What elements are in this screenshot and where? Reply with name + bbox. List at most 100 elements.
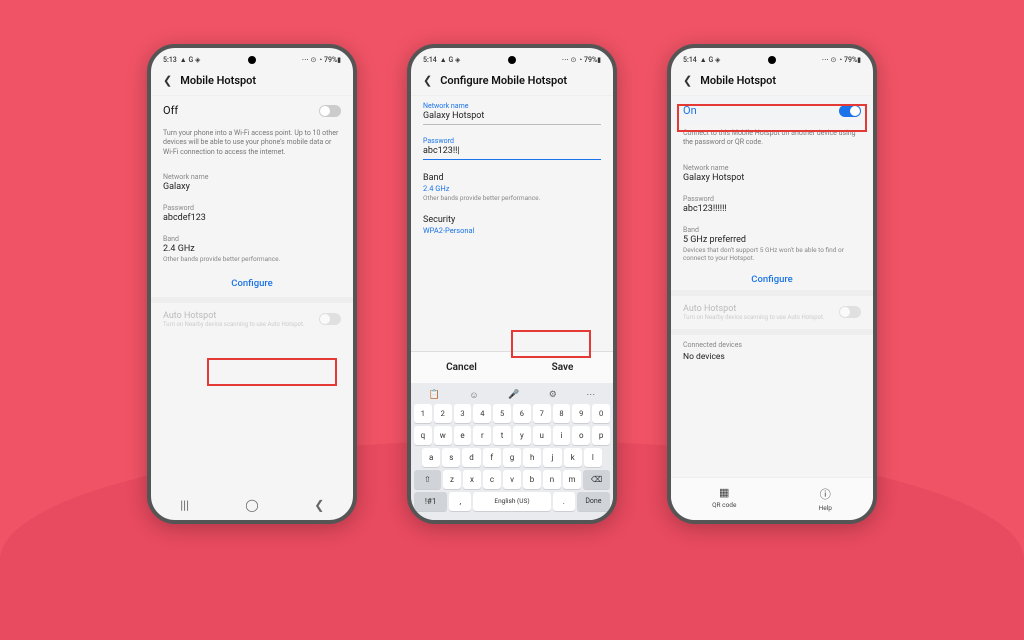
network-name-value: Galaxy — [163, 182, 341, 192]
key-e[interactable]: e — [454, 426, 472, 445]
key-5[interactable]: 5 — [493, 404, 511, 423]
back-icon[interactable]: ❮ — [683, 74, 692, 87]
password-field[interactable]: Password abc123!!| — [411, 131, 613, 166]
qr-code-label: QR code — [712, 501, 736, 509]
key-d[interactable]: d — [462, 448, 480, 467]
key-p[interactable]: p — [592, 426, 610, 445]
key-v[interactable]: v — [503, 470, 521, 489]
emoji-icon[interactable]: ☺ — [469, 390, 478, 401]
key-4[interactable]: 4 — [473, 404, 491, 423]
key-dot[interactable]: . — [553, 492, 575, 511]
save-button[interactable]: Save — [512, 352, 613, 383]
recents-icon[interactable]: ||| — [178, 498, 192, 512]
key-z[interactable]: z — [443, 470, 461, 489]
password-label: Password — [163, 204, 341, 212]
key-n[interactable]: n — [543, 470, 561, 489]
key-8[interactable]: 8 — [553, 404, 571, 423]
key-r[interactable]: r — [473, 426, 491, 445]
key-space[interactable]: English (US) — [473, 492, 550, 511]
band-label: Band — [423, 173, 601, 183]
key-q[interactable]: q — [414, 426, 432, 445]
key-t[interactable]: t — [493, 426, 511, 445]
key-c[interactable]: c — [483, 470, 501, 489]
key-comma[interactable]: , — [449, 492, 471, 511]
hotspot-description: Connect to this Mobile Hotspot on anothe… — [671, 125, 873, 158]
kbd-row-num: 1234567890 — [414, 404, 610, 423]
band-label: Band — [683, 226, 861, 234]
key-k[interactable]: k — [564, 448, 582, 467]
configure-button[interactable]: Configure — [151, 270, 353, 297]
key-x[interactable]: x — [463, 470, 481, 489]
key-o[interactable]: o — [572, 426, 590, 445]
more-icon[interactable]: ⋯ — [586, 390, 595, 401]
qr-code-button[interactable]: ▦ QR code — [712, 486, 736, 512]
clipboard-icon[interactable]: 📋 — [429, 390, 440, 401]
hotspot-toggle-row[interactable]: On — [671, 96, 873, 125]
network-name-field[interactable]: Network name Galaxy Hotspot — [411, 96, 613, 131]
network-name-section: Network name Galaxy Hotspot — [671, 158, 873, 189]
key-0[interactable]: 0 — [592, 404, 610, 423]
key-3[interactable]: 3 — [454, 404, 472, 423]
key-2[interactable]: 2 — [434, 404, 452, 423]
key-i[interactable]: i — [553, 426, 571, 445]
header: ❮ Mobile Hotspot — [151, 68, 353, 96]
camera-cutout — [248, 56, 256, 64]
network-name-input[interactable]: Galaxy Hotspot — [423, 111, 601, 125]
status-left-icons: ▲ G ◈ — [180, 56, 201, 64]
band-value: 2.4 GHz — [163, 244, 341, 254]
key-u[interactable]: u — [533, 426, 551, 445]
auto-hotspot-row: Auto Hotspot Turn on Nearby device scann… — [671, 296, 873, 329]
configure-button[interactable]: Configure — [671, 269, 873, 290]
key-a[interactable]: a — [422, 448, 440, 467]
key-f[interactable]: f — [483, 448, 501, 467]
password-input[interactable]: abc123!!| — [423, 146, 601, 160]
key-9[interactable]: 9 — [572, 404, 590, 423]
key-7[interactable]: 7 — [533, 404, 551, 423]
key-j[interactable]: j — [543, 448, 561, 467]
back-nav-icon[interactable]: ❮ — [312, 498, 326, 512]
key-m[interactable]: m — [563, 470, 581, 489]
status-right-icons: ⋯ ⊙ ◔ 79%▮ — [302, 56, 341, 64]
network-name-label: Network name — [423, 102, 601, 110]
key-symbols[interactable]: !#1 — [414, 492, 447, 511]
key-⇧[interactable]: ⇧ — [414, 470, 441, 489]
security-field[interactable]: Security WPA2-Personal — [411, 208, 613, 241]
band-sub: Other bands provide better performance. — [423, 194, 601, 202]
back-icon[interactable]: ❮ — [163, 74, 172, 87]
key-b[interactable]: b — [523, 470, 541, 489]
gear-icon[interactable]: ⚙ — [549, 390, 557, 401]
status-time: 5:14 — [423, 56, 437, 64]
key-6[interactable]: 6 — [513, 404, 531, 423]
bottom-actions: ▦ QR code ⓘ Help — [671, 477, 873, 520]
qr-code-icon: ▦ — [719, 486, 729, 499]
home-icon[interactable]: ◯ — [245, 498, 259, 512]
key-w[interactable]: w — [434, 426, 452, 445]
toggle-label: On — [683, 104, 697, 117]
toggle-switch-on[interactable] — [839, 105, 861, 117]
password-label: Password — [683, 195, 861, 203]
status-right-icons: ⋯ ⊙ ◔ 79%▮ — [562, 56, 601, 64]
key-l[interactable]: l — [584, 448, 602, 467]
key-1[interactable]: 1 — [414, 404, 432, 423]
key-s[interactable]: s — [442, 448, 460, 467]
key-g[interactable]: g — [503, 448, 521, 467]
toggle-switch-off[interactable] — [319, 105, 341, 117]
auto-hotspot-toggle — [839, 306, 861, 318]
key-h[interactable]: h — [523, 448, 541, 467]
key-⌫[interactable]: ⌫ — [583, 470, 610, 489]
key-y[interactable]: y — [513, 426, 531, 445]
auto-hotspot-sub: Turn on Nearby device scanning to use Au… — [163, 321, 305, 328]
connected-value: No devices — [683, 352, 861, 362]
back-icon[interactable]: ❮ — [423, 74, 432, 87]
help-button[interactable]: ⓘ Help — [819, 486, 832, 512]
info-icon: ⓘ — [820, 486, 831, 502]
mic-icon[interactable]: 🎤 — [508, 390, 519, 401]
cancel-button[interactable]: Cancel — [411, 352, 512, 383]
band-section: Band 5 GHz preferred Devices that don't … — [671, 220, 873, 269]
camera-cutout — [768, 56, 776, 64]
band-field[interactable]: Band 2.4 GHz Other bands provide better … — [411, 166, 613, 208]
key-done[interactable]: Done — [577, 492, 610, 511]
hotspot-toggle-row[interactable]: Off — [151, 96, 353, 125]
status-time: 5:13 — [163, 56, 177, 64]
phone-configure-hotspot: 5:14 ▲ G ◈ ⋯ ⊙ ◔ 79%▮ ❮ Configure Mobile… — [407, 44, 617, 524]
